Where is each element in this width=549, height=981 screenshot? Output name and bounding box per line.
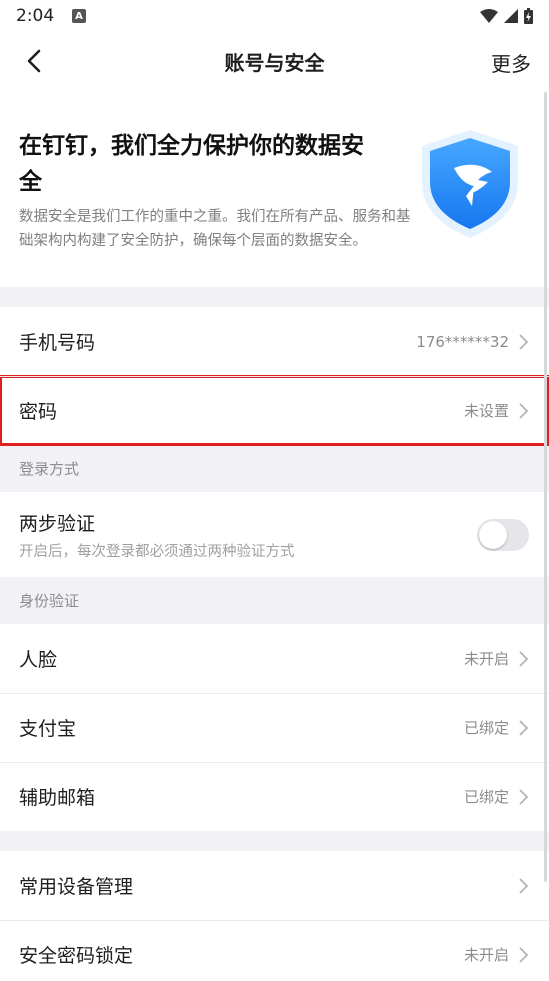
chevron-right-icon	[519, 650, 529, 667]
chevron-right-icon	[519, 333, 529, 350]
status-bar: 2:04 A	[0, 0, 549, 32]
wifi-icon	[480, 9, 498, 23]
password-row[interactable]: 密码 未设置	[0, 375, 549, 446]
chevron-right-icon	[519, 877, 529, 894]
row-value: 已绑定	[463, 788, 509, 806]
intro-description: 数据安全是我们工作的重中之重。我们在所有产品、服务和基础架构内构建了安全防护，确…	[19, 209, 411, 249]
row-label: 常用设备管理	[19, 876, 134, 898]
row-value: 未设置	[463, 402, 509, 420]
row-subtitle: 开启后，每次登录都必须通过两种验证方式	[19, 543, 295, 560]
phone-number-row[interactable]: 手机号码 176******32	[0, 307, 549, 376]
row-value: 未开启	[463, 650, 509, 668]
section-header-identity: 身份验证	[0, 577, 549, 624]
navigation-bar: 账号与安全 更多	[0, 32, 549, 90]
two-step-toggle[interactable]	[477, 518, 529, 551]
more-button[interactable]: 更多	[491, 48, 531, 77]
row-value: 已绑定	[463, 719, 509, 737]
scrollbar[interactable]	[544, 92, 547, 882]
section-divider	[0, 287, 549, 307]
toggle-knob	[479, 520, 507, 549]
security-intro-card: 在钉钉，我们全力保护你的数据安全 数据安全是我们工作的重中之重。我们在所有产品、…	[0, 90, 549, 287]
device-management-row[interactable]: 常用设备管理	[0, 851, 549, 920]
chevron-right-icon	[519, 719, 529, 736]
row-label: 两步验证	[19, 512, 96, 535]
back-button[interactable]	[18, 45, 50, 77]
page-title: 账号与安全	[224, 50, 325, 75]
two-step-verification-row: 两步验证 开启后，每次登录都必须通过两种验证方式	[0, 492, 549, 577]
shield-icon	[422, 130, 518, 238]
chevron-left-icon	[27, 49, 41, 73]
row-label: 密码	[19, 401, 58, 423]
alipay-row[interactable]: 支付宝 已绑定	[0, 693, 549, 762]
section-divider	[0, 831, 549, 851]
security-lock-row[interactable]: 安全密码锁定 未开启	[0, 920, 549, 981]
intro-heading: 在钉钉，我们全力保护你的数据安全	[19, 133, 364, 195]
status-time: 2:04	[16, 6, 55, 26]
face-row[interactable]: 人脸 未开启	[0, 624, 549, 693]
row-label: 辅助邮箱	[19, 787, 96, 809]
chevron-right-icon	[519, 946, 529, 963]
row-value: 未开启	[463, 946, 509, 964]
row-value: 176******32	[416, 332, 509, 351]
chevron-right-icon	[519, 402, 529, 419]
section-header-login: 登录方式	[0, 445, 549, 492]
two-step-texts: 两步验证 开启后，每次登录都必须通过两种验证方式	[19, 509, 295, 561]
status-icons	[480, 8, 533, 24]
row-label: 安全密码锁定	[19, 945, 134, 967]
row-label: 人脸	[19, 649, 58, 671]
notification-icon: A	[72, 9, 86, 23]
chevron-right-icon	[519, 788, 529, 805]
row-label: 手机号码	[19, 332, 96, 354]
backup-email-row[interactable]: 辅助邮箱 已绑定	[0, 762, 549, 831]
battery-icon	[524, 8, 533, 24]
signal-icon	[504, 9, 518, 23]
row-label: 支付宝	[19, 718, 77, 740]
